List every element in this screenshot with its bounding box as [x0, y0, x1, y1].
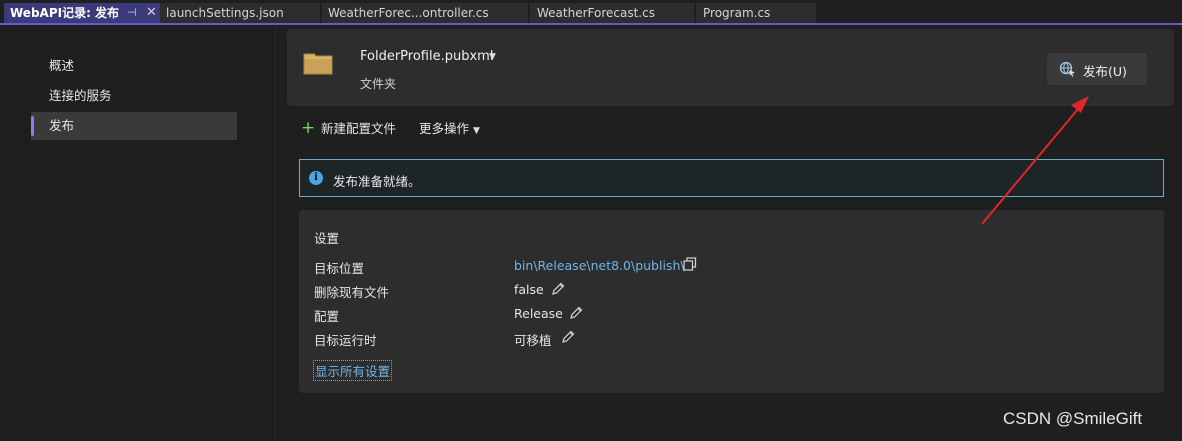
new-profile-label: 新建配置文件: [321, 121, 397, 136]
sidebar-item-publish[interactable]: 发布: [31, 112, 237, 140]
tab-label: WeatherForec...ontroller.cs: [328, 6, 489, 20]
setting-value-delete-existing: false: [514, 282, 544, 297]
profile-selector[interactable]: FolderProfile.pubxml: [360, 49, 493, 64]
setting-label-target-location: 目标位置: [314, 261, 365, 276]
setting-value-configuration: Release: [514, 306, 563, 321]
setting-label-target-runtime: 目标运行时: [314, 333, 377, 348]
info-icon: i: [309, 171, 323, 185]
setting-label-configuration: 配置: [314, 309, 340, 324]
close-icon[interactable]: ✕: [146, 3, 157, 23]
plus-icon: +: [301, 118, 316, 138]
tab-label: launchSettings.json: [166, 6, 284, 20]
sidebar-item-overview[interactable]: 概述: [31, 52, 237, 80]
watermark: CSDN @SmileGift: [1003, 409, 1143, 428]
chevron-down-icon: ▼: [473, 126, 480, 136]
pin-icon[interactable]: ⊣: [127, 3, 137, 23]
tab-launchsettings[interactable]: launchSettings.json: [160, 3, 320, 23]
tab-program[interactable]: Program.cs: [696, 3, 816, 23]
edit-icon[interactable]: [561, 330, 575, 344]
sidebar-item-label: 连接的服务: [49, 88, 112, 103]
publish-button[interactable]: 发布(U): [1047, 53, 1147, 85]
publish-globe-icon: [1059, 61, 1075, 77]
setting-value-target-location[interactable]: bin\Release\net8.0\publish\: [514, 258, 685, 273]
folder-icon: [303, 53, 333, 75]
setting-value-target-runtime: 可移植: [514, 333, 552, 348]
tab-label: WebAPI记录: 发布: [10, 6, 120, 20]
edit-icon[interactable]: [551, 282, 565, 296]
more-actions-menu[interactable]: 更多操作 ▼: [419, 119, 480, 139]
more-actions-label: 更多操作: [419, 121, 470, 136]
setting-label-delete-existing: 删除现有文件: [314, 285, 390, 300]
settings-title: 设置: [314, 231, 340, 246]
info-message: 发布准备就绪。: [333, 174, 421, 189]
copy-icon[interactable]: [683, 257, 697, 271]
sidebar-item-label: 发布: [49, 118, 75, 133]
document-tab-bar: WebAPI记录: 发布 ⊣ ✕ launchSettings.json Wea…: [0, 0, 1182, 26]
sidebar-item-label: 概述: [49, 58, 75, 73]
edit-icon[interactable]: [569, 306, 583, 320]
sidebar: 概述 连接的服务 发布: [0, 25, 276, 441]
tab-weatherforecast[interactable]: WeatherForecast.cs: [530, 3, 694, 23]
tab-label: WeatherForecast.cs: [537, 6, 655, 20]
profile-target-type: 文件夹: [360, 77, 397, 91]
publish-profile-card: FolderProfile.pubxml ▼ 文件夹 发布(U): [287, 29, 1174, 106]
settings-card: 设置 目标位置 bin\Release\net8.0\publish\ 删除现有…: [299, 210, 1164, 393]
publish-panel: FolderProfile.pubxml ▼ 文件夹 发布(U) + 新建配置文…: [277, 25, 1182, 441]
tab-weatherforecast-controller[interactable]: WeatherForec...ontroller.cs: [322, 3, 528, 23]
publish-button-label: 发布(U): [1083, 64, 1127, 79]
info-bar: i 发布准备就绪。: [299, 159, 1164, 197]
chevron-down-icon[interactable]: ▼: [489, 52, 496, 62]
tab-label: Program.cs: [703, 6, 771, 20]
sidebar-item-connected-services[interactable]: 连接的服务: [31, 82, 237, 110]
tab-webapi-publish[interactable]: WebAPI记录: 发布 ⊣ ✕: [4, 3, 160, 23]
show-all-settings-link[interactable]: 显示所有设置: [313, 360, 393, 381]
